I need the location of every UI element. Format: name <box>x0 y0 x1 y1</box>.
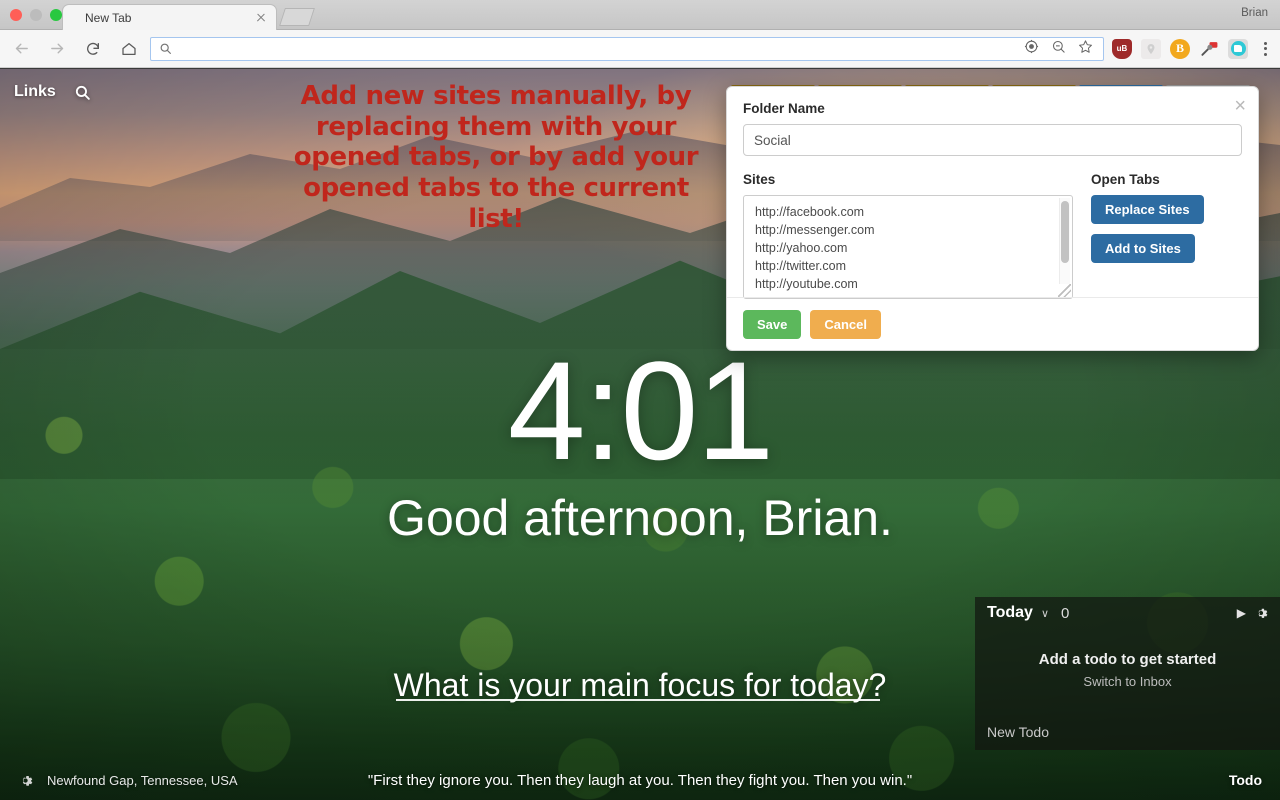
add-to-sites-button[interactable]: Add to Sites <box>1091 234 1195 263</box>
new-todo-input[interactable]: New Todo <box>987 724 1049 740</box>
site-entry: http://youtube.com <box>755 277 858 291</box>
tab-title: New Tab <box>85 10 132 25</box>
new-tab-page: Links 4:01 Good afternoon, Brian. What i… <box>0 69 1280 800</box>
home-icon[interactable] <box>114 34 144 64</box>
sites-textarea[interactable]: http://facebook.com http://messenger.com… <box>743 195 1073 299</box>
bottom-bar: Newfound Gap, Tennessee, USA "First they… <box>0 760 1280 800</box>
todo-widget: Today ∨ 0 ▶ Add a todo to get started Sw… <box>975 597 1280 750</box>
browser-menu-icon[interactable] <box>1254 34 1276 64</box>
cancel-button[interactable]: Cancel <box>810 309 882 339</box>
open-tabs-column: Open Tabs Replace Sites Add to Sites <box>1091 172 1242 299</box>
address-bar[interactable] <box>150 36 1104 61</box>
new-tab-button[interactable] <box>279 8 315 26</box>
maximize-window-button[interactable] <box>50 9 62 21</box>
extension-icons: uB B <box>1112 38 1248 59</box>
dialog-footer: Save Cancel <box>727 297 1258 350</box>
dialog-columns: Sites http://facebook.com http://messeng… <box>743 172 1242 299</box>
greeting: Good afternoon, Brian. <box>387 490 893 546</box>
minimize-window-button[interactable] <box>30 9 42 21</box>
quote-text: "First they ignore you. Then they laugh … <box>367 771 913 789</box>
back-icon[interactable] <box>6 34 36 64</box>
sites-label: Sites <box>743 172 776 187</box>
sites-column: Sites http://facebook.com http://messeng… <box>743 172 1073 299</box>
search-icon <box>159 42 172 55</box>
forward-icon[interactable] <box>42 34 72 64</box>
open-tabs-label: Open Tabs <box>1091 172 1160 187</box>
todo-empty-state: Add a todo to get started Switch to Inbo… <box>975 651 1280 689</box>
focus-input-underline[interactable] <box>396 699 880 701</box>
location-pin-icon[interactable] <box>1141 38 1161 59</box>
annotation-text: Add new sites manually, by replacing the… <box>293 81 699 234</box>
links-label[interactable]: Links <box>14 83 56 101</box>
password-manager-icon[interactable] <box>1199 39 1219 59</box>
play-icon[interactable]: ▶ <box>1237 606 1246 620</box>
ublock-origin-icon[interactable]: uB <box>1112 38 1132 59</box>
save-button[interactable]: Save <box>743 309 802 339</box>
close-icon[interactable]: × <box>1234 96 1246 116</box>
address-bar-icons <box>1024 39 1093 59</box>
close-window-button[interactable] <box>10 9 22 21</box>
todo-header: Today ∨ 0 ▶ <box>975 597 1280 629</box>
todo-list-title[interactable]: Today <box>987 604 1033 622</box>
reload-icon[interactable] <box>78 34 108 64</box>
browser-toolbar: uB B <box>0 30 1280 68</box>
folder-edit-dialog: × Folder Name Sites http://facebook.com … <box>726 86 1259 351</box>
links-toolbar: Links <box>14 83 91 101</box>
dialog-body: Folder Name Sites http://facebook.com ht… <box>727 87 1258 299</box>
folder-name-label: Folder Name <box>743 101 825 116</box>
switch-to-inbox-link[interactable]: Switch to Inbox <box>975 674 1280 689</box>
browser-tab[interactable]: New Tab <box>62 4 277 30</box>
browser-window: New Tab Brian uB B Links 4:01 Good after… <box>0 0 1280 800</box>
chevron-down-icon[interactable]: ∨ <box>1041 607 1049 620</box>
site-entry: http://facebook.com <box>755 205 865 219</box>
links-search-icon[interactable] <box>74 84 91 101</box>
bookmark-star-icon[interactable] <box>1078 39 1093 59</box>
gear-icon[interactable] <box>1254 606 1268 620</box>
tab-strip: New Tab Brian <box>0 0 1280 30</box>
site-entry: http://messenger.com <box>755 223 875 237</box>
site-entry: http://twitter.com <box>755 259 847 273</box>
scrollbar-thumb[interactable] <box>1061 201 1069 263</box>
replace-sites-button[interactable]: Replace Sites <box>1091 195 1204 224</box>
site-entry: http://yahoo.com <box>755 241 848 255</box>
location-target-icon[interactable] <box>1024 39 1039 59</box>
todo-empty-message: Add a todo to get started <box>1038 651 1217 668</box>
todo-count: 0 <box>1061 604 1070 622</box>
zoom-icon[interactable] <box>1051 39 1066 59</box>
momentum-extension-icon[interactable] <box>1228 38 1248 59</box>
folder-name-input[interactable] <box>743 124 1242 156</box>
close-tab-icon[interactable] <box>252 9 270 27</box>
clock: 4:01 <box>507 332 774 489</box>
brave-rewards-icon[interactable]: B <box>1170 38 1190 59</box>
address-input[interactable] <box>172 38 1024 59</box>
profile-name[interactable]: Brian <box>1241 7 1268 19</box>
resize-handle[interactable] <box>1058 284 1071 297</box>
window-controls <box>10 9 62 21</box>
todo-toggle-link[interactable]: Todo <box>1229 772 1262 788</box>
